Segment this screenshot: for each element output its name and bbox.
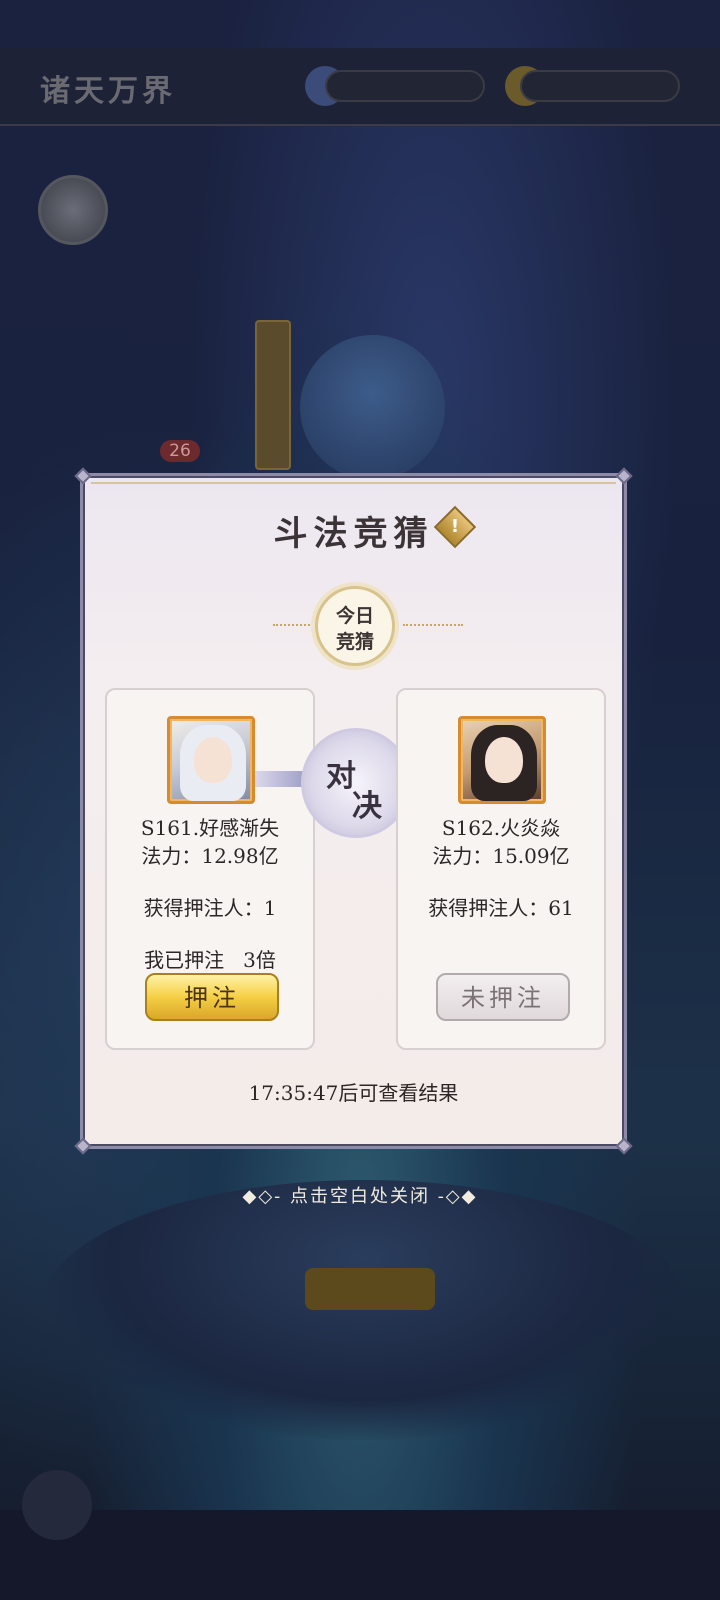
result-countdown: 17:35:47后可查看结果 [248, 1081, 459, 1105]
right-not-bet-button[interactable]: 未押注 [436, 973, 570, 1021]
floating-island [40, 1180, 690, 1440]
right-bettor-count: 获得押注人：61 [428, 896, 574, 920]
versus-emblem: 对 决 [301, 728, 411, 838]
today-badge-line-2: 竞猜 [335, 631, 374, 653]
currency-box [325, 70, 485, 102]
versus-char-2: 决 [352, 789, 382, 824]
area-title-dimmed: 诸天万界 [40, 74, 176, 109]
event-banner [255, 320, 291, 470]
planet-decoration [300, 335, 445, 480]
left-my-bet: 我已押注 3倍 [144, 948, 276, 972]
dialog-title: 斗法竞猜 [273, 514, 434, 554]
close-hint[interactable]: ◆◇- 点击空白处关闭 -◇◆ [0, 1182, 720, 1208]
guess-dialog: 斗法竞猜 ! 今日 竞猜 S161.好感渐失 法力：12.98亿 获得押注人：1… [74, 467, 633, 1155]
right-contestant-portrait [458, 716, 546, 804]
island-button [305, 1268, 435, 1310]
back-arrow-icon [22, 1470, 92, 1540]
left-bet-button[interactable]: 押注 [145, 973, 279, 1021]
left-contestant-name: S161.好感渐失 [140, 816, 280, 840]
top-bar: 诸天万界 [0, 48, 720, 126]
left-contestant-power: 法力：12.98亿 [141, 844, 279, 868]
divider-line [403, 624, 463, 626]
left-contestant-portrait [167, 716, 255, 804]
today-guess-badge: 今日 竞猜 [315, 586, 395, 666]
today-badge-line-1: 今日 [335, 605, 374, 627]
energy-box [520, 70, 680, 102]
right-contestant-name: S162.火炎焱 [441, 816, 561, 840]
bottom-bar [0, 1510, 720, 1600]
left-bettor-count: 获得押注人：1 [143, 896, 277, 920]
right-contestant-power: 法力：15.09亿 [432, 844, 570, 868]
right-contestant-card: S162.火炎焱 法力：15.09亿 获得押注人：61 未押注 [396, 688, 606, 1050]
left-contestant-card: S161.好感渐失 法力：12.98亿 获得押注人：1 我已押注 3倍 押注 [105, 688, 315, 1050]
vs-wing-left [255, 771, 305, 787]
player-avatar [38, 175, 108, 245]
notification-badge: 26 [160, 440, 200, 462]
